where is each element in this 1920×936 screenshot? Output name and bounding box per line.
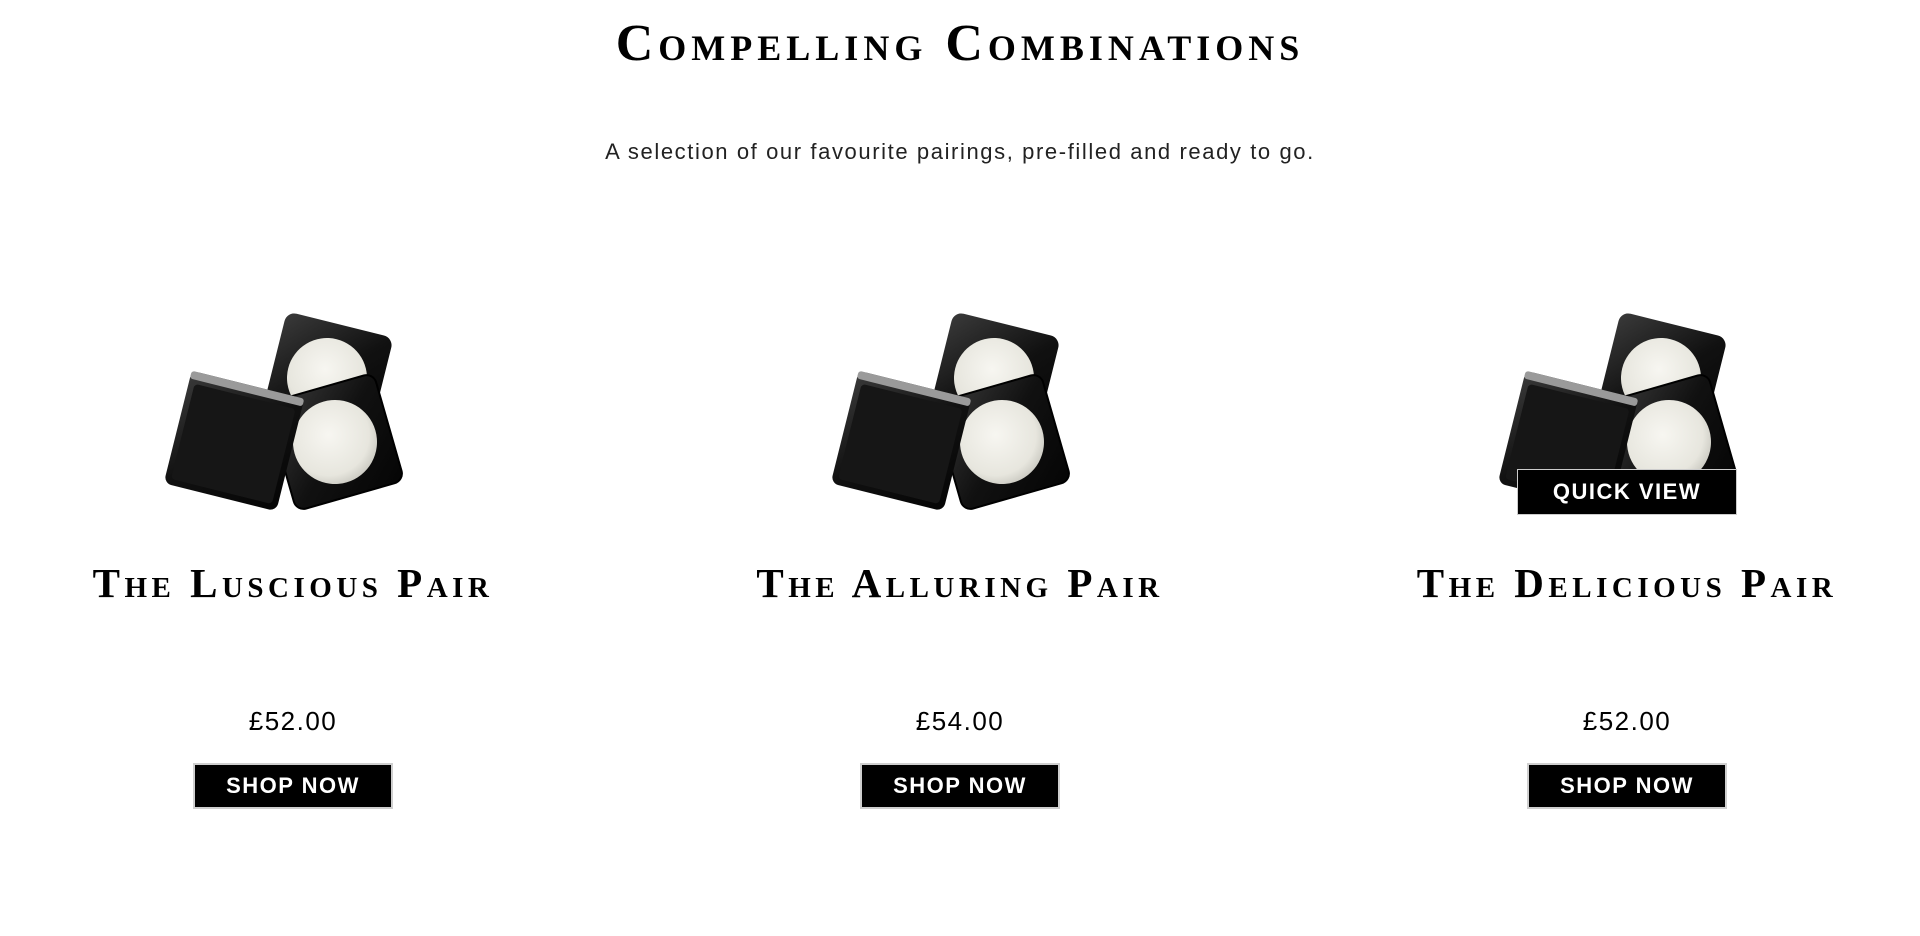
product-name[interactable]: The Alluring Pair [680, 558, 1240, 608]
product-card: The Alluring Pair £54.00 SHOP NOW [680, 310, 1240, 830]
product-name[interactable]: The Delicious Pair [1347, 558, 1907, 608]
quick-view-button[interactable]: QUICK VIEW [1517, 469, 1737, 515]
product-price: £52.00 [1582, 706, 1672, 736]
shop-now-button[interactable]: SHOP NOW [860, 763, 1060, 809]
product-image[interactable] [153, 310, 433, 520]
compact-pair-image [165, 313, 403, 510]
product-card: The Luscious Pair £52.00 SHOP NOW [13, 310, 573, 830]
page: Compelling Combinations A selection of o… [0, 0, 1920, 936]
product-name[interactable]: The Luscious Pair [13, 558, 573, 608]
product-grid: The Luscious Pair £52.00 SHOP NOW The Al… [0, 310, 1920, 830]
product-image[interactable] [820, 310, 1100, 520]
section-subtitle: A selection of our favourite pairings, p… [605, 139, 1315, 164]
shop-now-button[interactable]: SHOP NOW [1527, 763, 1727, 809]
shop-now-button[interactable]: SHOP NOW [193, 763, 393, 809]
section-title: Compelling Combinations [615, 15, 1305, 72]
product-price: £52.00 [248, 706, 338, 736]
compact-pair-image [832, 313, 1070, 510]
product-card: QUICK VIEW The Delicious Pair £52.00 SHO… [1347, 310, 1907, 830]
product-price: £54.00 [915, 706, 1005, 736]
